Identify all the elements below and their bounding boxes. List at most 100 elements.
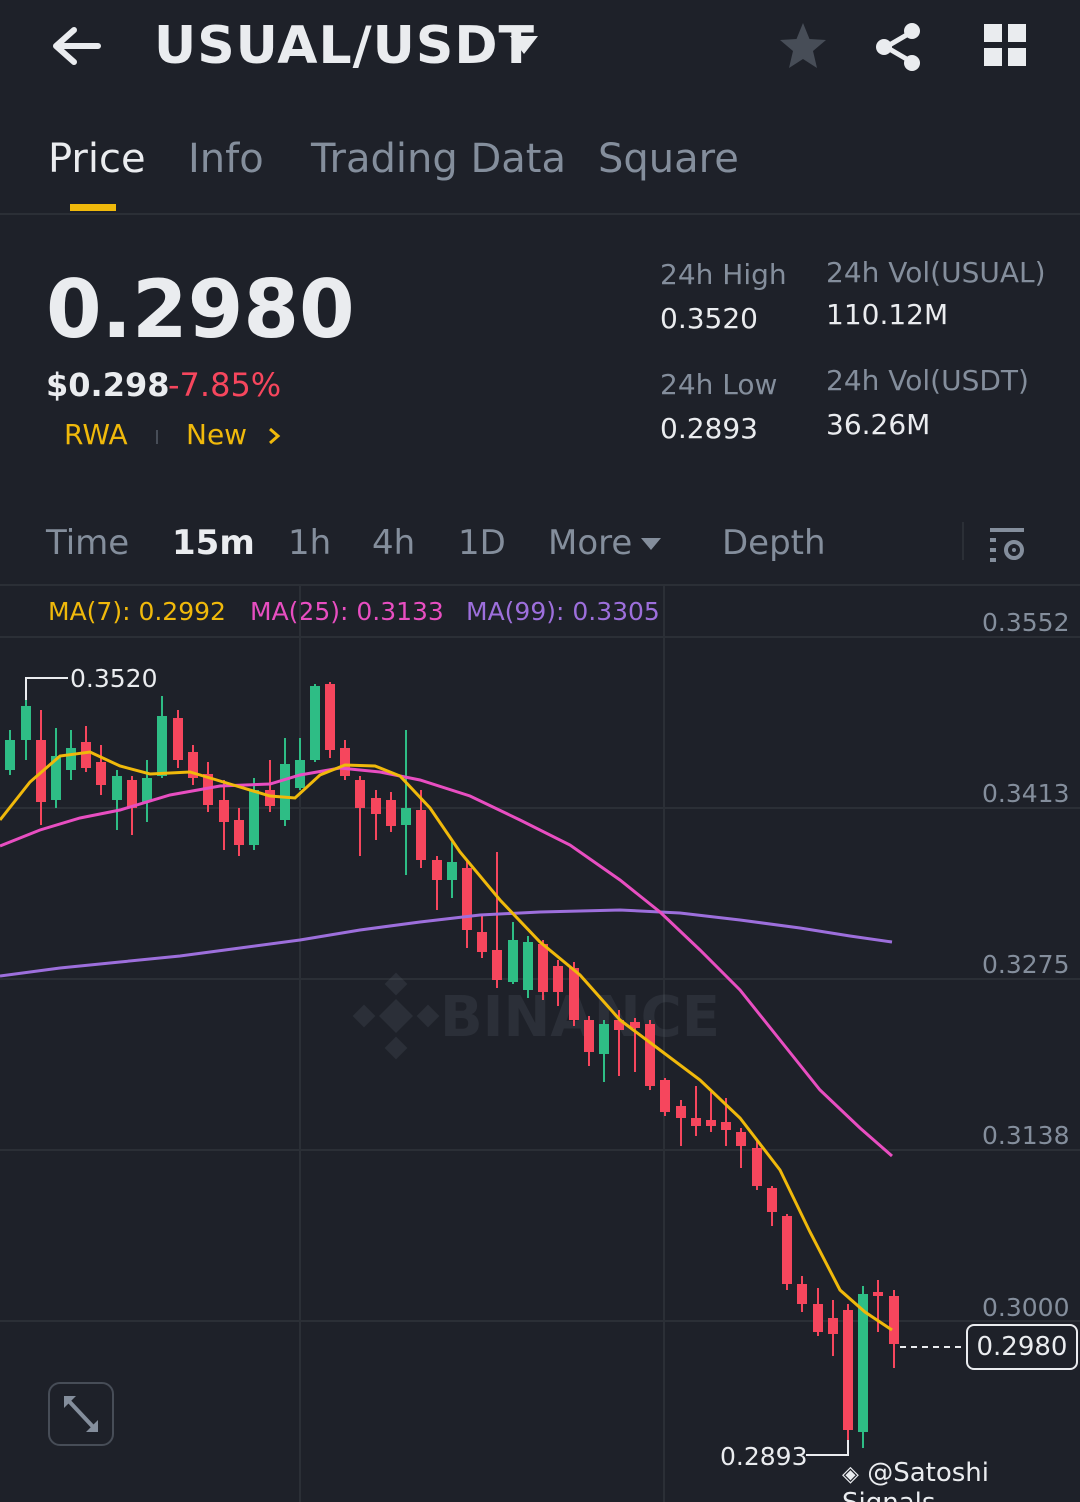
low-value: 0.2893	[660, 412, 758, 445]
candle-body	[371, 798, 381, 814]
candle-body	[873, 1292, 883, 1296]
current-price-tag: 0.2980	[966, 1324, 1078, 1370]
interval-4h[interactable]: 4h	[372, 522, 415, 564]
low-label: 24h Low	[660, 368, 778, 401]
candle	[508, 922, 518, 984]
ma99-line	[0, 908, 893, 978]
candle-body	[462, 868, 472, 930]
candle-body	[508, 940, 518, 982]
credit-label: @Satoshi Signals	[842, 1458, 989, 1502]
candle-body	[599, 1024, 609, 1054]
candle	[81, 726, 91, 772]
candle-body	[691, 1118, 701, 1126]
candle-body	[325, 684, 335, 750]
interval-more[interactable]: More	[548, 522, 632, 564]
candle	[5, 730, 15, 775]
candle-body	[889, 1296, 899, 1344]
candle	[492, 852, 502, 988]
candle-body	[355, 780, 365, 808]
candle-body	[569, 968, 579, 1020]
candle	[157, 696, 167, 778]
expand-icon	[64, 1396, 98, 1432]
binance-watermark: BINANCE	[352, 972, 720, 1060]
tag-divider	[156, 430, 158, 444]
candle-body	[538, 944, 548, 992]
tab-trading-data[interactable]: Trading Data	[311, 134, 566, 184]
watermark-text: BINANCE	[440, 985, 720, 1050]
diamond-icon: ◈	[842, 1462, 859, 1487]
candle-body	[645, 1024, 655, 1086]
tab-price[interactable]: Price	[48, 134, 146, 184]
tab-bar: Price Info Trading Data Square	[0, 120, 1080, 215]
caret-down-icon[interactable]	[508, 34, 540, 58]
fullscreen-button[interactable]	[48, 1382, 114, 1446]
last-price: 0.2980	[46, 263, 355, 356]
candle-body	[21, 706, 31, 740]
candle-body	[142, 778, 152, 802]
candle	[310, 684, 320, 762]
divider	[962, 522, 964, 560]
interval-1h[interactable]: 1h	[288, 522, 331, 564]
interval-depth[interactable]: Depth	[722, 522, 826, 564]
candle	[401, 730, 411, 875]
credit-text: ◈ @Satoshi Signals	[842, 1458, 1080, 1502]
candle	[447, 842, 457, 898]
tag-new[interactable]: New	[186, 418, 247, 451]
candle-body	[553, 966, 563, 992]
candle-body	[660, 1080, 670, 1112]
candle-body	[797, 1284, 807, 1304]
candle	[584, 1016, 594, 1066]
interval-15m[interactable]: 15m	[172, 522, 255, 564]
interval-1d[interactable]: 1D	[458, 522, 506, 564]
candle	[843, 1304, 853, 1450]
top-bar: USUAL/USDT	[0, 0, 1080, 100]
candle-body	[265, 790, 275, 806]
star-icon[interactable]	[776, 20, 830, 74]
chevron-right-icon[interactable]	[266, 426, 282, 446]
back-arrow-icon[interactable]	[48, 20, 104, 76]
candle-body	[340, 748, 350, 776]
candle	[173, 710, 183, 768]
candle	[736, 1128, 746, 1168]
candle-body	[280, 764, 290, 820]
candle	[265, 760, 275, 812]
candlestick-chart[interactable]: BINANCE 0.3520 0.2893 0.3552 0.3413 0.32…	[0, 586, 1080, 1502]
candle-body	[401, 808, 411, 825]
candle	[234, 808, 244, 856]
share-icon[interactable]	[872, 20, 926, 74]
candle	[295, 738, 305, 790]
tag-rwa[interactable]: RWA	[64, 418, 128, 451]
candle	[432, 856, 442, 910]
grid-icon[interactable]	[980, 20, 1032, 72]
candle-body	[828, 1318, 838, 1334]
candle	[523, 936, 533, 998]
candle-body	[5, 740, 15, 770]
candle	[142, 760, 152, 822]
candle-body	[432, 860, 442, 880]
tab-info[interactable]: Info	[188, 134, 264, 184]
interval-time[interactable]: Time	[46, 522, 129, 564]
axis-label: 0.3413	[982, 779, 1069, 808]
candle	[767, 1186, 777, 1226]
vol-base-value: 110.12M	[826, 298, 949, 331]
pair-title[interactable]: USUAL/USDT	[154, 14, 535, 78]
candle	[706, 1092, 716, 1132]
candle-body	[736, 1132, 746, 1146]
active-tab-indicator	[70, 204, 116, 211]
usd-price: $0.298	[46, 366, 170, 404]
interval-bar: Time 15m 1h 4h 1D More Depth	[0, 508, 1080, 586]
candle	[462, 860, 472, 948]
candle	[782, 1214, 792, 1290]
candle	[188, 745, 198, 785]
candle-body	[477, 932, 487, 952]
low-marker: 0.2893	[720, 1440, 849, 1471]
chart-settings-icon[interactable]	[986, 522, 1030, 566]
low-marker-label: 0.2893	[720, 1442, 807, 1471]
candle	[828, 1300, 838, 1356]
candle	[96, 745, 106, 795]
candle-body	[416, 810, 426, 860]
tab-square[interactable]: Square	[598, 134, 739, 184]
candle	[752, 1140, 762, 1190]
caret-down-icon[interactable]	[640, 536, 662, 550]
candle-body	[112, 776, 122, 800]
